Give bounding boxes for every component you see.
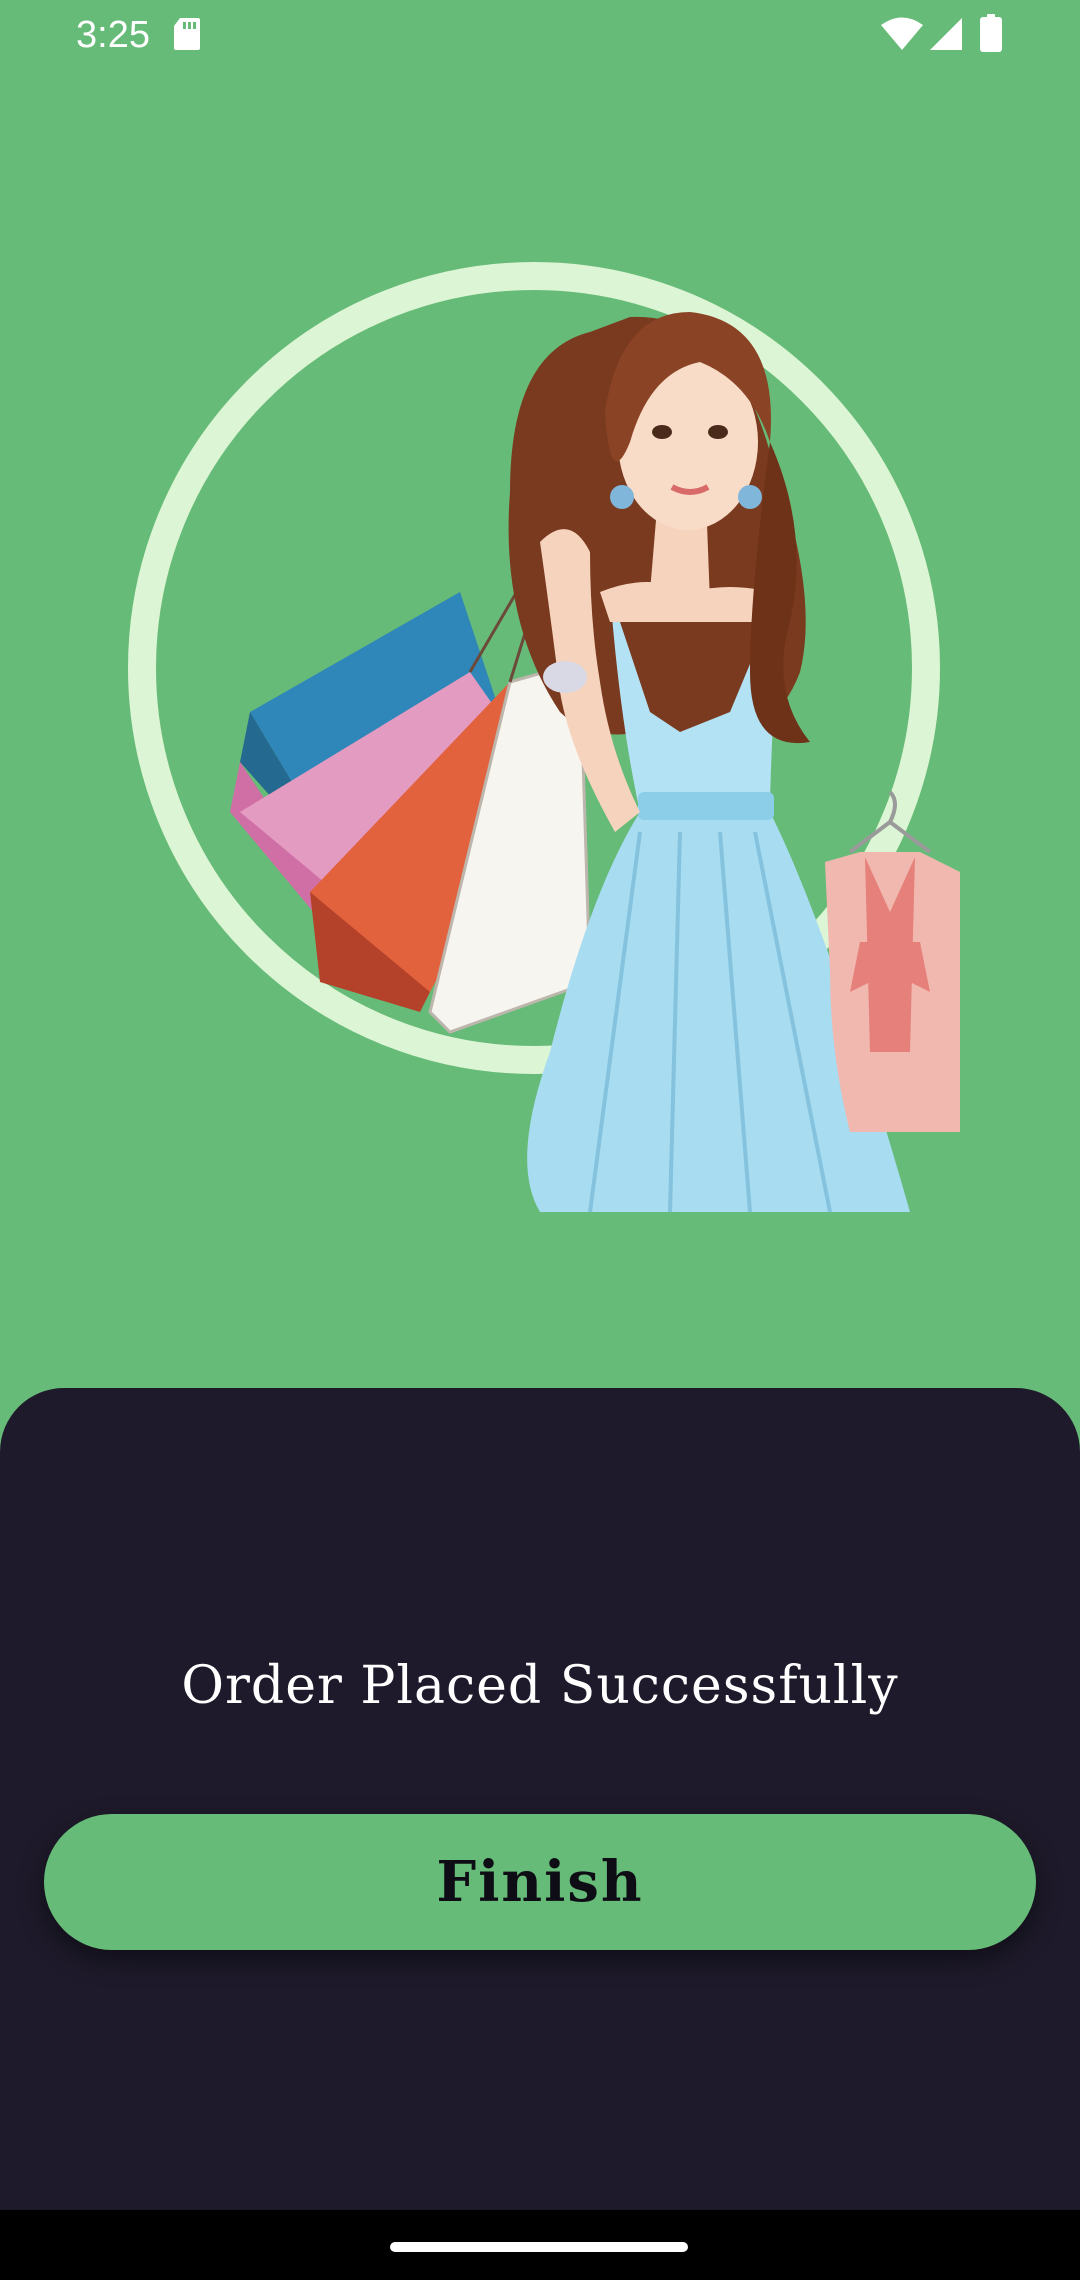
bottom-sheet: Order Placed Successfully Finish: [0, 1388, 1080, 2210]
success-message: Order Placed Successfully: [181, 1656, 899, 1716]
signal-icon: [930, 18, 962, 50]
battery-icon: [980, 14, 1002, 52]
hero-section: [0, 72, 1080, 1388]
home-indicator[interactable]: [390, 2242, 688, 2252]
status-time: 3:25: [76, 14, 150, 56]
hanging-dress-icon: [825, 790, 960, 1132]
wifi-icon: [881, 17, 923, 50]
navigation-bar: [0, 2210, 1080, 2280]
shopping-woman-illustration: [230, 312, 960, 1213]
finish-button[interactable]: Finish: [44, 1814, 1036, 1950]
status-bar: 3:25: [0, 0, 1080, 72]
finish-button-label: Finish: [436, 1849, 644, 1915]
sd-card-icon: [174, 18, 200, 50]
